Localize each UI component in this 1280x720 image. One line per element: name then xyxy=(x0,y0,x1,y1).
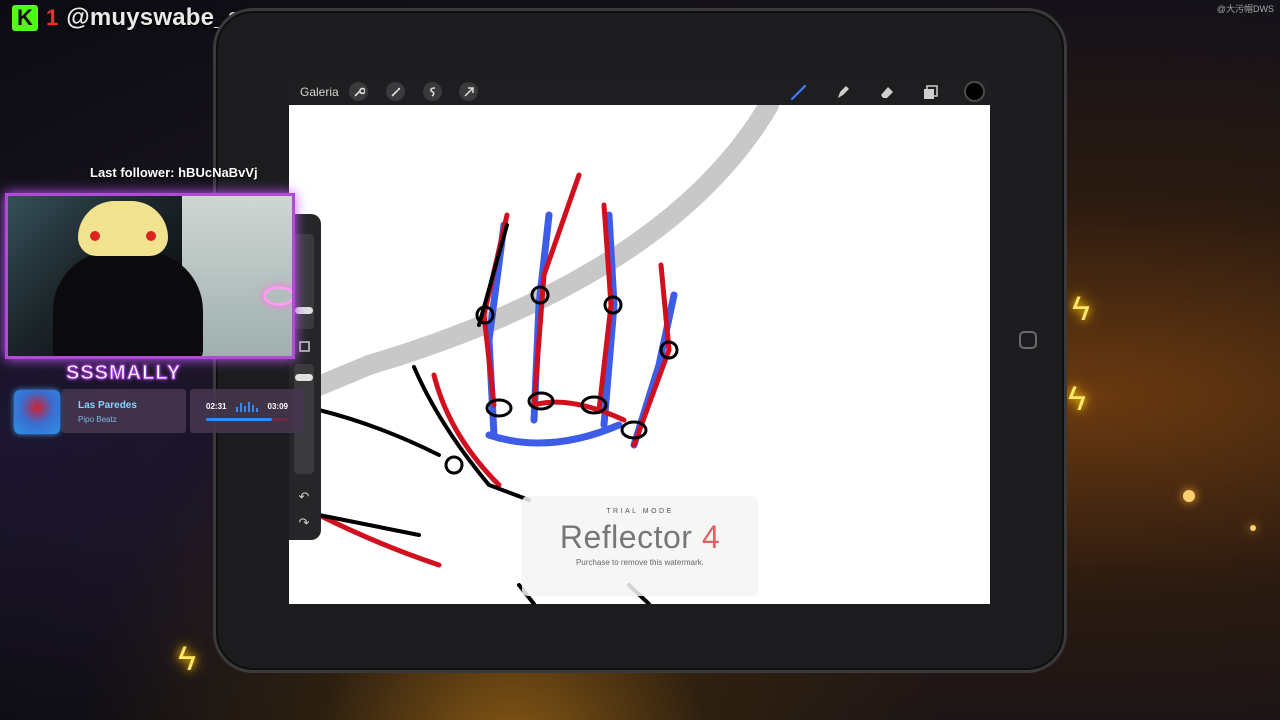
eraser-icon[interactable] xyxy=(877,82,896,101)
reflector-title: Reflector 4 xyxy=(522,519,758,556)
wrench-icon[interactable] xyxy=(349,82,368,101)
progress-fill xyxy=(206,418,272,421)
kick-badge: 1 xyxy=(46,5,59,30)
lightning-icon: ϟ xyxy=(1072,290,1090,328)
current-time: 02:31 xyxy=(206,402,227,411)
progress-bar xyxy=(206,418,288,421)
brush-size-knob[interactable] xyxy=(295,307,313,314)
audio-wave-icon xyxy=(236,402,260,412)
magic-wand-icon[interactable] xyxy=(386,82,405,101)
selection-icon[interactable] xyxy=(423,82,442,101)
transform-arrow-icon[interactable] xyxy=(459,82,478,101)
now-playing-progress: 02:31 03:09 xyxy=(190,389,304,433)
home-button[interactable] xyxy=(1019,331,1037,349)
spark xyxy=(1250,525,1256,531)
album-art xyxy=(14,390,60,434)
song-title: Las Paredes xyxy=(78,400,137,411)
reflector-watermark: TRIAL MODE Reflector 4 Purchase to remov… xyxy=(522,496,758,596)
song-artist: Pipo Beatz xyxy=(78,415,117,424)
neon-sign xyxy=(263,286,292,306)
modify-square-icon[interactable] xyxy=(296,338,312,354)
opacity-knob[interactable] xyxy=(295,374,313,381)
spark xyxy=(1183,490,1195,502)
brush-icon[interactable] xyxy=(789,82,808,101)
lightning-icon: ϟ xyxy=(178,640,196,678)
brush-size-slider[interactable] xyxy=(294,234,314,329)
reflector-word: Reflector xyxy=(559,519,693,555)
smudge-icon[interactable] xyxy=(833,82,852,101)
cam-person xyxy=(53,251,203,356)
kick-logo-icon: K xyxy=(12,5,38,31)
last-follower-label: Last follower: hBUcNaBvVj xyxy=(90,165,258,180)
trial-mode-label: TRIAL MODE xyxy=(606,508,674,515)
corner-watermark: @大污帽DWS xyxy=(1216,4,1274,14)
lightning-icon: ϟ xyxy=(1068,380,1086,418)
hat-cheek xyxy=(90,231,100,241)
purchase-note: Purchase to remove this watermark. xyxy=(575,558,705,567)
pikachu-hat xyxy=(78,201,168,256)
layers-icon[interactable] xyxy=(921,82,940,101)
webcam-feed xyxy=(5,193,295,359)
redo-icon[interactable]: ↷ xyxy=(296,515,312,531)
hat-cheek xyxy=(146,231,156,241)
song-duration: 03:09 xyxy=(267,402,288,411)
reflector-version: 4 xyxy=(701,519,721,555)
now-playing-info: Las Paredes Pipo Beatz xyxy=(62,389,186,433)
gallery-button[interactable]: Galeria xyxy=(300,85,339,99)
color-picker[interactable] xyxy=(964,81,985,102)
streamer-name: SSSMALLY xyxy=(65,362,182,385)
undo-icon[interactable]: ↶ xyxy=(296,489,312,505)
